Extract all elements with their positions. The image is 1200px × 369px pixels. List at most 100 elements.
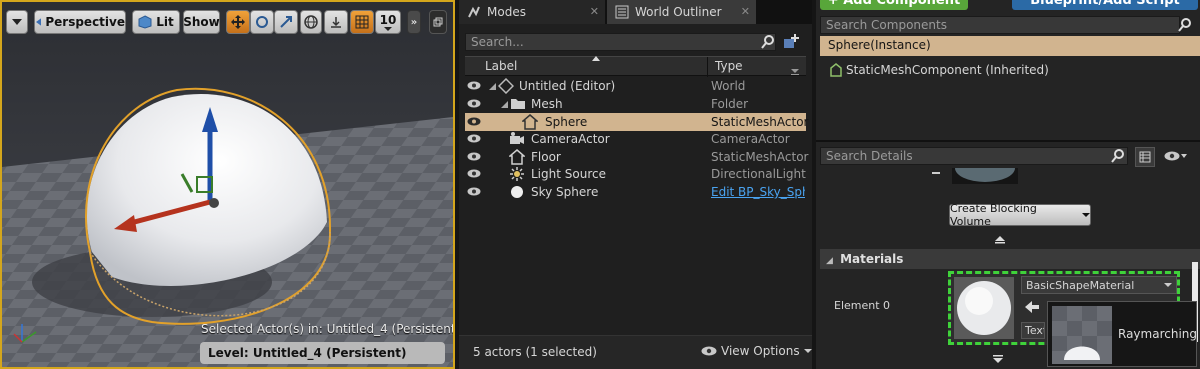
add-component-button[interactable]: + Add Component [820,0,968,10]
visibility-eye-icon[interactable] [467,169,481,178]
maximize-viewport-button[interactable] [429,10,447,34]
use-selected-arrow-icon[interactable] [1025,301,1039,313]
outliner-row-floor[interactable]: Floor StaticMeshActor [465,148,809,166]
chevron-down-icon [12,18,22,25]
splitter[interactable] [816,140,1200,142]
grid-snap-toggle[interactable] [350,10,374,34]
create-blocking-volume-label: Create Blocking Volume [950,202,1037,228]
column-menu-icon[interactable] [791,69,799,75]
rotate-mode-button[interactable] [250,10,274,34]
outliner-search-input[interactable]: Search... [465,33,776,51]
grid-snap-value[interactable]: 10 [375,10,401,34]
visibility-eye-icon[interactable] [467,81,481,90]
row-type: World [711,79,746,93]
world-local-toggle[interactable] [300,10,322,34]
search-icon[interactable] [1178,18,1192,32]
material-thumbnail[interactable] [954,277,1014,339]
texture-field[interactable]: Text [1021,322,1045,339]
eye-icon[interactable] [1164,150,1188,162]
row-label: Untitled (Editor) [519,79,616,93]
outliner-row-mesh-folder[interactable]: Mesh Folder [465,95,806,113]
collapse-arrow-icon: ◢ [826,256,833,266]
close-icon[interactable]: ✕ [590,5,599,18]
viewport-options-button[interactable] [6,10,28,34]
current-level-label: Level: Untitled_4 (Persistent) [200,342,445,364]
tab-modes[interactable]: Modes ✕ [459,0,605,24]
element-0-label: Element 0 [834,299,891,312]
lit-button[interactable]: Lit [132,10,180,34]
material-name: BasicShapeMaterial [1026,278,1135,292]
visibility-eye-icon[interactable] [467,117,481,126]
outliner-row-untitled[interactable]: Untitled (Editor) World [465,77,806,95]
label-column-header[interactable]: Label [485,59,517,73]
scale-icon [280,16,292,28]
show-label: Show [183,15,220,29]
outliner-row-light-source[interactable]: Light Source DirectionalLight [465,165,806,183]
row-label: Mesh [531,97,563,111]
edit-blueprint-link[interactable]: Edit BP_Sky_Sph [711,185,805,199]
material-combo[interactable]: BasicShapeMaterial [1021,276,1177,294]
grid-icon [1139,151,1151,163]
world-icon [498,78,514,94]
selected-actor-text: Selected Actor(s) in: Untitled_4 (Persis… [201,322,455,336]
expand-section-icon[interactable] [992,355,1004,363]
search-details-input[interactable]: Search Details [820,147,1128,165]
level-viewport[interactable]: Perspective Lit Show 10 » Selected Actor… [0,0,455,369]
globe-icon [304,15,318,29]
search-components-placeholder: Search Components [826,18,947,32]
more-options-button[interactable]: » [407,10,421,34]
show-button[interactable]: Show [183,10,220,34]
scale-mode-button[interactable] [274,10,298,34]
rotate-icon [256,16,268,28]
collapse-section-icon[interactable] [994,236,1006,244]
view-options-button[interactable]: View Options [701,344,812,358]
property-matrix-button[interactable] [1135,147,1155,167]
viewport-toolbar: Perspective Lit Show 10 » [2,10,453,34]
component-label: StaticMeshComponent (Inherited) [846,63,1049,77]
type-column-header[interactable]: Type [715,59,743,73]
visibility-eye-icon[interactable] [467,134,481,143]
world-outliner-panel: Modes ✕ World Outliner ✕ Search... Label… [459,0,812,369]
row-label: Sky Sphere [531,185,599,199]
static-mesh-actor-icon [509,149,525,165]
sort-ascending-icon[interactable] [592,56,600,61]
visibility-eye-icon[interactable] [467,99,481,108]
outliner-row-sphere[interactable]: Sphere StaticMeshActor [465,113,809,131]
add-folder-icon[interactable] [782,33,800,51]
tab-world-outliner[interactable]: World Outliner ✕ [607,0,756,24]
expand-arrow-icon[interactable] [501,101,508,108]
outliner-row-sky-sphere[interactable]: Sky Sphere Edit BP_Sky_Sph [465,183,806,201]
row-type: DirectionalLight [711,167,806,181]
search-icon[interactable] [1111,149,1125,163]
search-icon[interactable] [761,35,775,49]
visibility-eye-icon[interactable] [467,152,481,161]
row-type: StaticMeshActor [711,150,809,164]
outliner-row-camera[interactable]: CameraActor CameraActor [465,130,806,148]
expand-arrow-icon[interactable] [489,83,496,90]
lit-cube-icon [138,15,152,29]
materials-section-header[interactable]: ◢ Materials [820,249,1200,269]
create-blocking-volume-button[interactable]: Create Blocking Volume [949,202,1091,228]
snap-surface-icon [331,17,341,28]
row-type: StaticMeshActor [711,115,809,129]
component-static-mesh[interactable]: StaticMeshComponent (Inherited) [830,63,1049,77]
material-preview-tooltip: Raymarching [1047,301,1197,367]
component-sphere-instance[interactable]: Sphere(Instance) [820,36,1200,56]
close-icon[interactable]: ✕ [741,5,750,18]
static-mesh-thumbnail [952,168,1018,184]
texture-label: Text [1025,324,1044,337]
viewport-scene[interactable] [2,2,453,367]
search-components-input[interactable]: Search Components [820,16,1180,34]
directional-light-icon [510,167,524,181]
blueprint-add-script-button[interactable]: Blueprint/Add Script [1012,0,1198,10]
perspective-button[interactable]: Perspective [34,10,126,34]
static-mesh-actor-icon [522,114,538,130]
surface-snapping-button[interactable] [324,10,348,34]
visibility-eye-icon[interactable] [467,187,481,196]
panel-tabbar: Modes ✕ World Outliner ✕ [459,0,812,24]
tab-modes-label: Modes [487,5,526,19]
move-arrows-icon [231,15,245,29]
translate-mode-button[interactable] [226,10,250,34]
grid-snap-value-label: 10 [379,12,397,27]
modes-icon [468,6,480,18]
